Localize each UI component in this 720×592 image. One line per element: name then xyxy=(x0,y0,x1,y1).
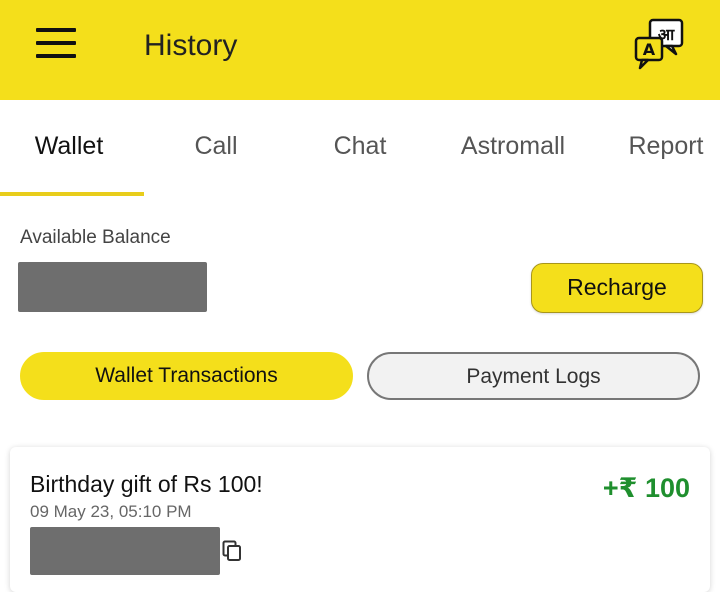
page-title: History xyxy=(144,29,238,62)
transaction-id-redacted xyxy=(30,527,220,575)
payment-logs-button[interactable]: Payment Logs xyxy=(367,352,700,400)
active-tab-indicator xyxy=(0,192,144,196)
recharge-button[interactable]: Recharge xyxy=(531,263,703,313)
transaction-card[interactable]: Birthday gift of Rs 100! 09 May 23, 05:1… xyxy=(10,447,710,592)
wallet-transactions-button[interactable]: Wallet Transactions xyxy=(20,352,353,400)
transaction-timestamp: 09 May 23, 05:10 PM xyxy=(30,502,192,521)
hamburger-menu-icon[interactable] xyxy=(36,28,76,58)
app-header: History आ A xyxy=(0,0,720,100)
translate-glyph-en: A xyxy=(643,40,656,59)
tab-call[interactable]: Call xyxy=(144,128,288,164)
available-balance-label: Available Balance xyxy=(20,227,171,248)
transaction-amount: +₹ 100 xyxy=(602,473,690,503)
copy-icon[interactable] xyxy=(222,540,242,562)
tab-wallet[interactable]: Wallet xyxy=(0,128,138,164)
tab-astromall[interactable]: Astromall xyxy=(440,128,586,164)
transaction-title: Birthday gift of Rs 100! xyxy=(30,471,263,497)
tab-chat[interactable]: Chat xyxy=(288,128,432,164)
balance-value-redacted xyxy=(18,262,207,312)
tab-report[interactable]: Report xyxy=(596,128,720,164)
language-translate-icon[interactable]: आ A xyxy=(632,18,688,72)
history-tabs: Wallet Call Chat Astromall Report xyxy=(0,100,720,196)
